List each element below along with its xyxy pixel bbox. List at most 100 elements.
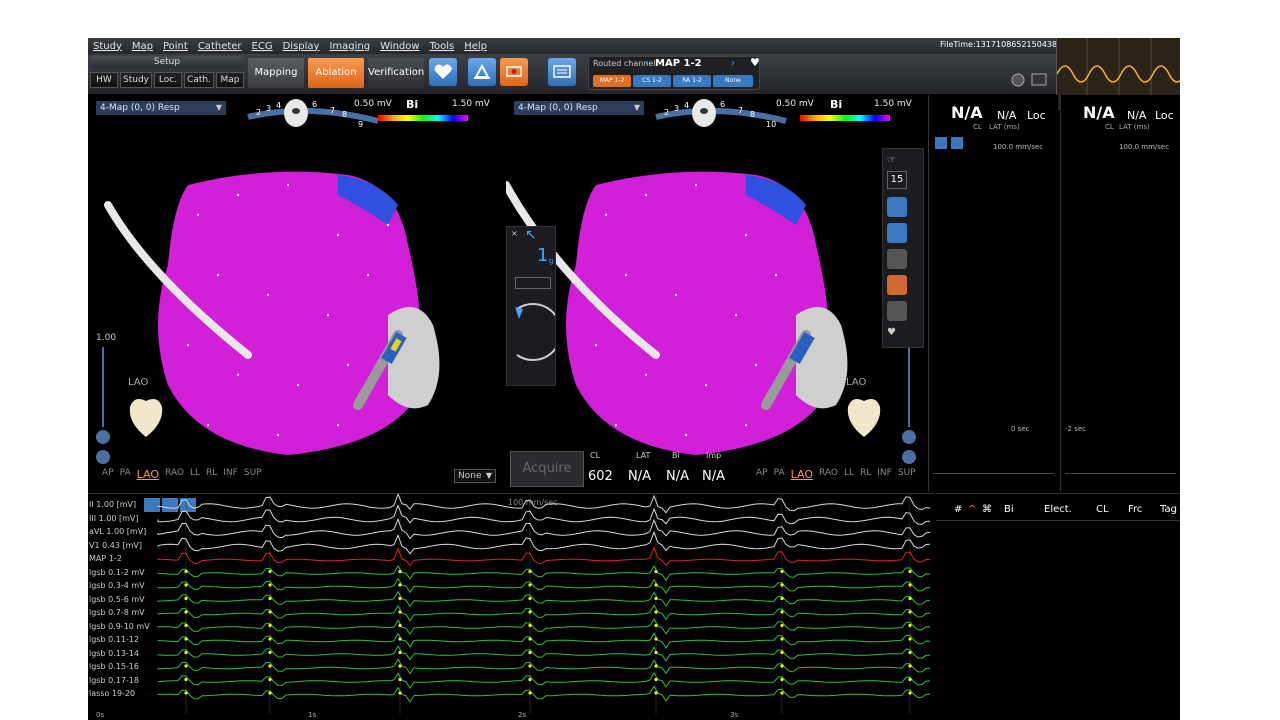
lat-marker — [908, 623, 912, 628]
lat-marker — [654, 596, 658, 601]
lat-marker — [654, 569, 658, 574]
lat-marker — [780, 637, 784, 641]
zoom-slider-left[interactable] — [102, 347, 104, 427]
menu-catheter[interactable]: Catheter — [193, 41, 247, 52]
signal-scrollbar[interactable] — [1065, 473, 1176, 485]
catheter-tool-icon[interactable] — [887, 223, 907, 243]
ecg-trace-5 — [157, 564, 931, 582]
ecg-channel-label: lgsb 0.17-18 — [89, 675, 139, 685]
view-inf-right[interactable]: INF — [877, 468, 892, 481]
time-tick-0: 0s — [96, 711, 105, 719]
verification-button[interactable]: Verification — [368, 58, 424, 88]
rotate-icon[interactable] — [902, 450, 916, 464]
setup-map-button[interactable]: Map — [216, 72, 244, 88]
view-ap-left[interactable]: AP — [102, 468, 114, 481]
setup-hw-button[interactable]: HW — [90, 72, 118, 88]
zoom-down-icon[interactable] — [902, 430, 916, 444]
view-inf-left[interactable]: INF — [223, 468, 238, 481]
channel-cs-button[interactable]: CS 1-2 — [633, 75, 671, 87]
review-screen-icon[interactable] — [548, 58, 576, 86]
map-select-right[interactable]: 4-Map (0, 0) Resp ▼ — [514, 101, 644, 115]
hand-tool-icon[interactable]: ☞ — [887, 155, 919, 167]
menu-imaging[interactable]: Imaging — [324, 41, 375, 52]
menu-tools[interactable]: Tools — [425, 41, 460, 52]
lat-marker — [528, 650, 532, 655]
view-rao-left[interactable]: RAO — [165, 468, 184, 481]
ecg-trace-0 — [157, 494, 931, 514]
none-select-left-value: None — [458, 471, 482, 481]
col-number[interactable]: # — [954, 504, 962, 515]
view-rl-right[interactable]: RL — [860, 468, 871, 481]
view-rl-left[interactable]: RL — [206, 468, 217, 481]
view-ll-left[interactable]: LL — [190, 468, 200, 481]
tag-tool-icon[interactable] — [887, 275, 907, 295]
lat-marker — [268, 677, 272, 682]
catheter-tip-icon[interactable] — [468, 58, 496, 86]
menu-window[interactable]: Window — [375, 41, 424, 52]
zoom-slider-right[interactable] — [908, 347, 910, 427]
signal-settings-icon[interactable] — [951, 137, 963, 149]
heart-tool-icon[interactable]: ♥ — [887, 327, 907, 343]
ecg-channel-label: lgsb 0.13-14 — [89, 648, 139, 658]
menu-map[interactable]: Map — [127, 41, 158, 52]
channel-none-button[interactable]: None — [713, 75, 753, 87]
col-elect[interactable]: Elect. — [1044, 504, 1072, 515]
setup-loc-button[interactable]: Loc. — [154, 72, 182, 88]
zoom-value[interactable]: 15 — [887, 171, 907, 189]
col-lungs-icon[interactable]: ⌘ — [982, 504, 992, 515]
view-ll-right[interactable]: LL — [844, 468, 854, 481]
channel-ra-button[interactable]: RA 1-2 — [673, 75, 711, 87]
col-frc[interactable]: Frc — [1128, 504, 1142, 515]
ecg-channel-label: lasso 19-20 — [89, 689, 136, 698]
col-sort-icon[interactable]: ^ — [968, 504, 976, 515]
orientation-label-right: LAO — [846, 377, 867, 388]
lat-marker — [184, 583, 188, 587]
zoom-down-icon[interactable] — [96, 430, 110, 444]
heart-add-icon[interactable]: + — [429, 58, 457, 86]
map-view-left[interactable]: 4-Map (0, 0) Resp ▼ 2 3 4 6 7 8 9 0.50 m… — [88, 95, 504, 491]
menu-point[interactable]: Point — [158, 41, 193, 52]
ablation-button[interactable]: Ablation — [308, 58, 364, 88]
rotate-icon[interactable] — [96, 450, 110, 464]
lat-marker — [268, 569, 272, 574]
menu-ecg[interactable]: ECG — [247, 41, 278, 52]
view-lao-left[interactable]: LAO — [137, 468, 159, 481]
view-pa-left[interactable]: PA — [120, 468, 131, 481]
routed-prev-icon[interactable]: ‹ — [645, 58, 649, 69]
menu-display[interactable]: Display — [278, 41, 325, 52]
grid-tool-icon[interactable] — [887, 197, 907, 217]
point-list-table[interactable]: # ^ ⌘ Bi Elect. CL Frc Tag — [936, 493, 1180, 720]
settings-tool-icon[interactable] — [887, 301, 907, 321]
map-view-right[interactable]: 4-Map (0, 0) Resp ▼ 2 3 4 6 7 8 10 0.50 … — [506, 95, 926, 491]
ecg-trace-2 — [157, 517, 931, 540]
disabled-tool-icon[interactable] — [887, 249, 907, 269]
signal-expand-icon[interactable] — [935, 137, 947, 149]
table-divider — [936, 520, 1180, 521]
ecg-channel-label: lgsb 0.1-2 mV — [89, 567, 145, 577]
none-select-left[interactable]: None ▼ — [454, 469, 496, 483]
system-status-icon — [1008, 70, 1048, 94]
mapping-button[interactable]: Mapping — [248, 58, 304, 88]
setup-cath-button[interactable]: Cath. — [184, 72, 214, 88]
col-bi[interactable]: Bi — [1004, 504, 1014, 515]
close-icon[interactable]: × — [511, 229, 518, 238]
routed-next-icon[interactable]: › — [731, 58, 735, 69]
col-tag[interactable]: Tag — [1160, 504, 1177, 515]
acquire-button[interactable]: Acquire — [510, 451, 584, 487]
ecg-traces — [157, 494, 931, 714]
menu-help[interactable]: Help — [459, 41, 492, 52]
signal-scrollbar[interactable] — [933, 473, 1054, 485]
ecg-panel[interactable]: 100 mm/sec II 1.00 [mV] III 1.00 [mV] aVL … — [88, 493, 934, 720]
setup-study-button[interactable]: Study — [120, 72, 152, 88]
view-sup-left[interactable]: SUP — [244, 468, 262, 481]
ecg-trace-6 — [157, 577, 931, 594]
menu-study[interactable]: Study — [88, 41, 127, 52]
col-cl[interactable]: CL — [1096, 504, 1109, 515]
lat-marker — [268, 691, 272, 695]
map-select-left[interactable]: 4-Map (0, 0) Resp ▼ — [96, 101, 226, 115]
view-sup-right[interactable]: SUP — [898, 468, 916, 481]
favorite-heart-icon[interactable]: ♥ — [750, 56, 760, 69]
ablation-record-icon[interactable] — [500, 58, 528, 86]
setup-button[interactable]: Setup — [90, 56, 244, 68]
channel-map-button[interactable]: MAP 1-2 — [593, 75, 631, 87]
